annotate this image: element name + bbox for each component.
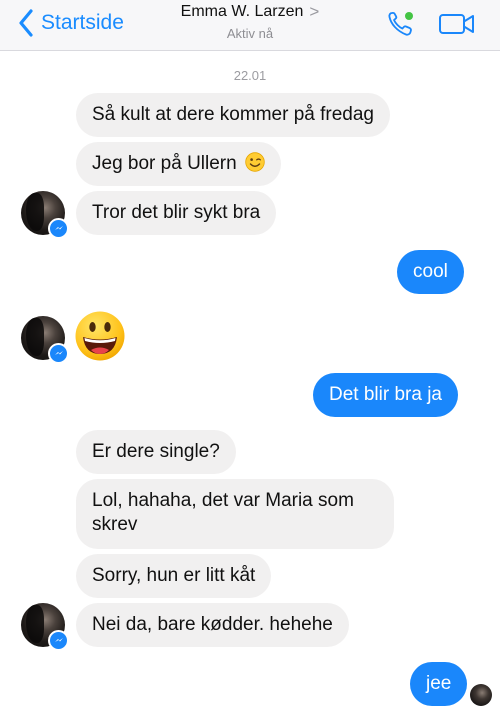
active-status: Aktiv nå: [226, 26, 274, 41]
phone-icon[interactable]: [386, 9, 416, 39]
message-text: Sorry, hun er litt kåt: [92, 565, 256, 586]
incoming-message[interactable]: Jeg bor på Ullern: [76, 142, 281, 186]
online-dot: [405, 12, 413, 20]
outgoing-message[interactable]: jee: [410, 662, 468, 706]
chat-header: Startside Emma W. Larzen > Aktiv nå: [0, 0, 500, 51]
message-text: Det blir bra ja: [329, 384, 442, 405]
message-text: Er dere single?: [92, 441, 220, 462]
messenger-badge: [48, 218, 69, 239]
back-button[interactable]: Startside: [18, 8, 124, 38]
chevron-right-icon: >: [309, 2, 320, 21]
contact-avatar[interactable]: [21, 603, 69, 651]
thread-date: 22.01: [233, 68, 267, 83]
contact-title[interactable]: Emma W. Larzen > Aktiv nå: [150, 3, 350, 41]
message-text: Så kult at dere kommer på fredag: [92, 104, 374, 125]
incoming-message[interactable]: Nei da, bare kødder. hehehe: [76, 603, 349, 647]
outgoing-message[interactable]: Det blir bra ja: [313, 373, 458, 417]
incoming-message[interactable]: Lol, hahaha, det var Maria som skrev: [76, 479, 394, 549]
messenger-bolt-icon: [54, 350, 63, 355]
message-text: Nei da, bare kødder. hehehe: [92, 614, 333, 635]
grinning-face-emoji-icon[interactable]: [74, 310, 126, 362]
message-text: jee: [426, 673, 452, 694]
incoming-message[interactable]: Sorry, hun er litt kåt: [76, 554, 272, 598]
message-text: Lol, hahaha, det var Maria som skrev: [92, 490, 354, 535]
incoming-message[interactable]: Er dere single?: [76, 430, 236, 474]
outgoing-message[interactable]: cool: [397, 250, 464, 294]
chevron-left-icon: [19, 9, 33, 37]
back-label: Startside: [41, 11, 124, 34]
message-text: cool: [413, 261, 448, 282]
contact-name: Emma W. Larzen: [180, 3, 304, 20]
contact-avatar[interactable]: [21, 316, 69, 364]
messenger-bolt-icon: [54, 225, 63, 230]
contact-avatar[interactable]: [21, 191, 69, 239]
messenger-bolt-icon: [54, 637, 63, 642]
incoming-message[interactable]: Så kult at dere kommer på fredag: [76, 93, 390, 137]
messenger-badge: [48, 630, 69, 651]
seen-avatar: [470, 684, 492, 706]
messenger-badge: [48, 343, 69, 364]
video-camera-icon[interactable]: [438, 10, 476, 38]
message-text: Tror det blir sykt bra: [92, 202, 261, 223]
message-text: Jeg bor på Ullern: [92, 153, 237, 174]
incoming-message[interactable]: Tror det blir sykt bra: [76, 191, 277, 235]
winking-face-emoji-icon: [245, 152, 265, 172]
